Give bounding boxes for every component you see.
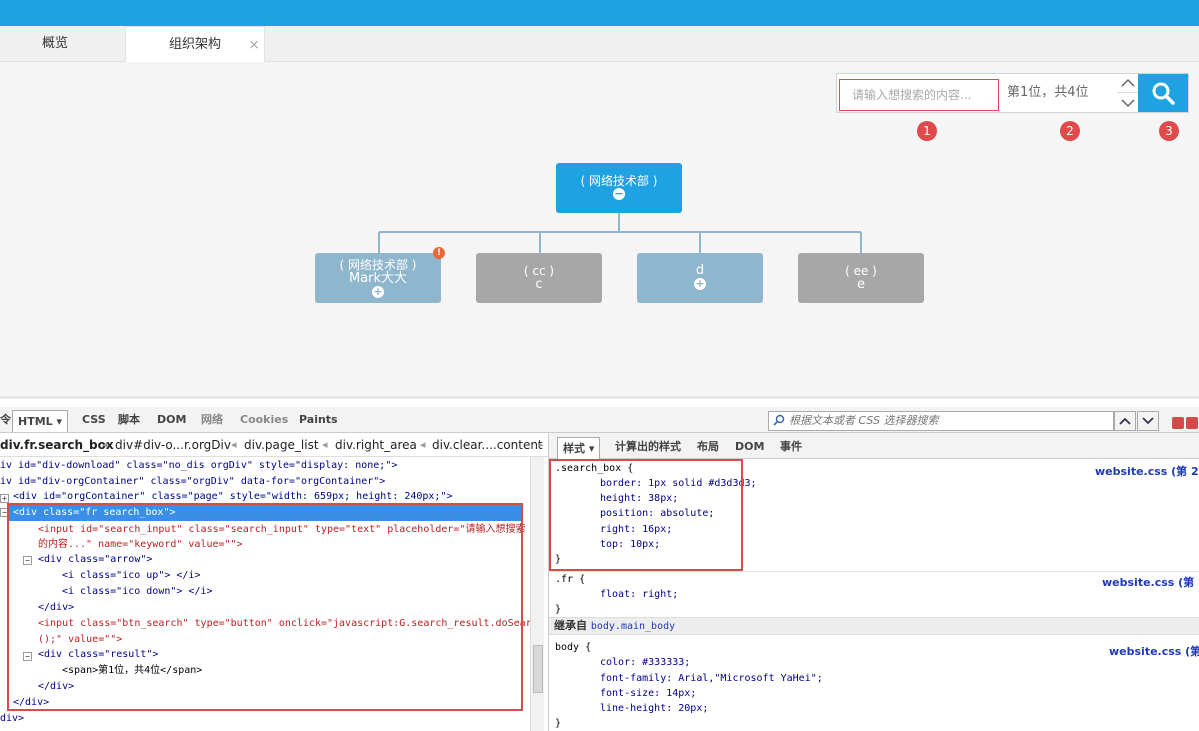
css-source-link[interactable]: website.css (第 3 [1109, 643, 1199, 659]
org-node-subtitle: e [857, 277, 865, 292]
devtools-tab-network[interactable]: 网络 [201, 411, 223, 429]
devtools-tab-html[interactable]: HTML ▾ [12, 410, 69, 432]
style-tab-computed[interactable]: 计算出的样式 [615, 438, 681, 456]
search-icon [773, 414, 785, 426]
style-panel: 样式 ▾ 计算出的样式 布局 DOM 事件 .search_box { bord… [548, 433, 1199, 731]
restore-icon[interactable] [1186, 417, 1198, 429]
devtools-tab-script[interactable]: 脚本 [118, 411, 140, 429]
devtools-tab-css[interactable]: CSS [82, 411, 106, 429]
breadcrumb-item[interactable]: div.page_list [244, 433, 319, 456]
css-selector[interactable]: body { [555, 640, 591, 655]
org-node-title: ( 网络技术部 ) [580, 174, 658, 188]
org-node-child-3[interactable]: d + [637, 253, 763, 303]
highlight-box-html [7, 503, 523, 711]
devtools-toolbar: 令 HTML ▾ CSS 脚本 DOM 网络 Cookies Paints 根据… [0, 407, 1199, 433]
html-line[interactable]: iv id="div-orgContainer" class="orgDiv" … [0, 474, 385, 490]
collapse-icon[interactable]: − [613, 188, 625, 200]
expand-icon[interactable]: + [372, 286, 384, 298]
devtools-search-placeholder: 根据文本或者 CSS 选择器搜索 [789, 414, 939, 427]
breadcrumb-item[interactable]: div.right_area [335, 433, 417, 456]
breadcrumb-item[interactable]: div#div-o...r.orgDiv [115, 433, 231, 456]
style-tab-dom[interactable]: DOM [735, 438, 764, 456]
inherited-from-bar: 继承自 body.main_body [549, 617, 1199, 635]
devtools-tab-paints[interactable]: Paints [299, 411, 338, 429]
org-node-title: ( ee ) [845, 264, 877, 278]
devtools-tab-cookies[interactable]: Cookies [240, 411, 288, 429]
alert-icon: ! [433, 247, 445, 259]
css-property[interactable]: color: #333333; [600, 655, 690, 670]
chevron-down-icon[interactable] [1137, 411, 1159, 431]
org-node-title: ( 网络技术部 ) [339, 258, 417, 272]
org-node-subtitle: Mark大大 [348, 271, 408, 286]
devtools-tab-dom[interactable]: DOM [157, 411, 186, 429]
css-property[interactable]: font-family: Arial,"Microsoft YaHei"; [600, 671, 823, 686]
html-line[interactable]: iv id="div-download" class="no_dis orgDi… [0, 458, 397, 474]
html-panel-scrollbar[interactable] [530, 457, 544, 731]
html-line[interactable]: div> [0, 711, 24, 727]
css-property[interactable]: float: right; [600, 587, 678, 602]
chevron-left-icon: ◂ [322, 438, 328, 451]
css-selector[interactable]: .fr { [555, 572, 585, 587]
org-node-subtitle: c [535, 277, 543, 292]
chevron-left-icon: ◂ [102, 438, 108, 451]
chevron-left-icon: ◂ [231, 438, 237, 451]
org-node-child-1[interactable]: ( 网络技术部 ) Mark大大 + ! [315, 247, 445, 303]
css-source-link[interactable]: website.css (第 27 [1102, 574, 1199, 590]
devtools-panel: 令 HTML ▾ CSS 脚本 DOM 网络 Cookies Paints 根据… [0, 396, 1199, 731]
breadcrumb-item[interactable]: div.fr.search_box [0, 433, 114, 456]
expand-icon[interactable]: + [694, 278, 706, 290]
scrollbar-thumb[interactable] [533, 645, 543, 693]
org-node-title: ( cc ) [523, 264, 555, 278]
breadcrumb-item[interactable]: div.clear....content [432, 433, 543, 456]
breadcrumb: div.fr.search_box ◂ div#div-o...r.orgDiv… [0, 433, 548, 457]
org-node-child-4[interactable]: ( ee ) e [798, 253, 924, 303]
org-node-root[interactable]: ( 网络技术部 ) − [556, 163, 682, 213]
devtools-search-input[interactable]: 根据文本或者 CSS 选择器搜索 [768, 411, 1114, 431]
style-tab-events[interactable]: 事件 [780, 438, 802, 456]
rule-divider [549, 571, 1199, 572]
style-tab-layout[interactable]: 布局 [697, 438, 719, 456]
css-close-brace: } [555, 718, 562, 729]
inherited-label: 继承自 [554, 619, 587, 632]
chevron-left-icon: ◂ [420, 438, 426, 451]
expand-icon[interactable]: + [0, 494, 9, 503]
html-tree-panel: iv id="div-download" class="no_dis orgDi… [0, 457, 530, 731]
style-tab-styles[interactable]: 样式 ▾ [557, 437, 601, 459]
highlight-box-css [549, 459, 743, 571]
chevron-up-icon[interactable] [1114, 411, 1136, 431]
org-node-title: d [695, 263, 705, 278]
style-panel-tabs: 样式 ▾ 计算出的样式 布局 DOM 事件 [549, 433, 1199, 459]
org-node-child-2[interactable]: ( cc ) c [476, 253, 602, 303]
chevron-right-icon[interactable]: ▸ [538, 433, 544, 456]
css-property[interactable]: line-height: 20px; [600, 701, 708, 716]
css-property[interactable]: font-size: 14px; [600, 686, 696, 701]
inherited-selector[interactable]: body.main_body [591, 621, 675, 632]
css-close-brace: } [555, 604, 562, 615]
minimize-icon[interactable] [1172, 417, 1184, 429]
css-source-link[interactable]: website.css (第 216 [1095, 463, 1199, 479]
devtools-tab-console[interactable]: 令 [0, 411, 11, 429]
